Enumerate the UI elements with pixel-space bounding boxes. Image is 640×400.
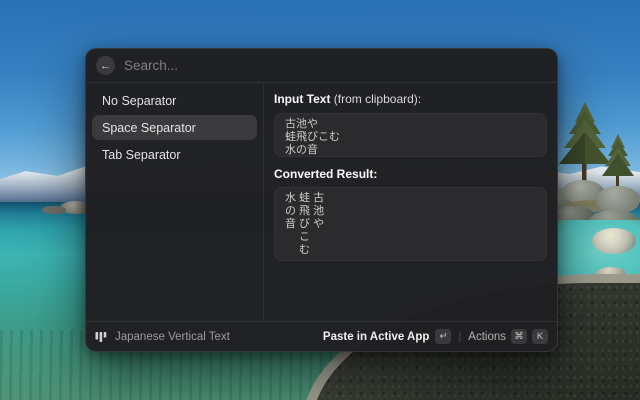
sidebar-item-no-separator[interactable]: No Separator bbox=[92, 88, 257, 113]
action-bar: Japanese Vertical Text Paste in Active A… bbox=[86, 321, 557, 351]
sidebar-item-label: No Separator bbox=[102, 93, 177, 108]
input-text-box: 古池や 蛙飛びこむ 水の音 bbox=[274, 113, 547, 157]
sidebar-item-space-separator[interactable]: Space Separator bbox=[92, 115, 257, 140]
result-section-title: Converted Result: bbox=[274, 167, 378, 181]
extension-name: Japanese Vertical Text bbox=[115, 330, 230, 343]
input-line: 古池や bbox=[285, 118, 318, 130]
primary-action-label: Paste in Active App bbox=[322, 330, 430, 343]
result-line: 水 蛙 古 bbox=[285, 192, 325, 204]
sidebar-item-label: Space Separator bbox=[102, 120, 196, 135]
extension-info: Japanese Vertical Text bbox=[95, 331, 323, 343]
input-section-title: Input Text (from clipboard): bbox=[274, 92, 422, 106]
footer-actions: Paste in Active App ↵ | Actions ⌘ K bbox=[323, 329, 548, 344]
detail-panel: Input Text (from clipboard): 古池や 蛙飛びこむ 水… bbox=[264, 83, 557, 321]
return-key-icon: ↵ bbox=[435, 329, 452, 344]
wallpaper-white-boulder bbox=[592, 228, 636, 254]
converted-result-box: 水 蛙 古 の 飛 池 音 び や こ む bbox=[274, 187, 547, 261]
search-input[interactable]: Search... bbox=[124, 58, 547, 73]
content-area: No Separator Space Separator Tab Separat… bbox=[86, 83, 557, 321]
footer-divider: | bbox=[458, 330, 462, 343]
result-line: の 飛 池 bbox=[285, 205, 325, 217]
result-line: こ bbox=[285, 231, 311, 243]
arrow-left-icon: ← bbox=[100, 59, 111, 72]
paste-in-active-app-button[interactable]: Paste in Active App ↵ bbox=[323, 329, 452, 344]
input-line: 水の音 bbox=[285, 144, 318, 156]
sidebar-item-label: Tab Separator bbox=[102, 147, 181, 162]
screen: ← Search... No Separator Space Separator… bbox=[0, 0, 640, 400]
command-key-icon: ⌘ bbox=[511, 329, 527, 344]
back-button[interactable]: ← bbox=[96, 56, 115, 75]
search-bar: ← Search... bbox=[86, 49, 557, 83]
vertical-text-icon bbox=[95, 331, 107, 342]
separator-list: No Separator Space Separator Tab Separat… bbox=[86, 83, 264, 321]
k-key-icon: K bbox=[532, 329, 548, 344]
result-line: む bbox=[285, 244, 311, 256]
actions-label: Actions bbox=[468, 330, 506, 343]
wallpaper-rock bbox=[42, 206, 66, 214]
input-line: 蛙飛びこむ bbox=[285, 131, 340, 143]
result-line: 音 び や bbox=[285, 218, 325, 230]
actions-button[interactable]: Actions ⌘ K bbox=[468, 329, 548, 344]
raycast-window: ← Search... No Separator Space Separator… bbox=[85, 48, 558, 352]
sidebar-item-tab-separator[interactable]: Tab Separator bbox=[92, 142, 257, 167]
